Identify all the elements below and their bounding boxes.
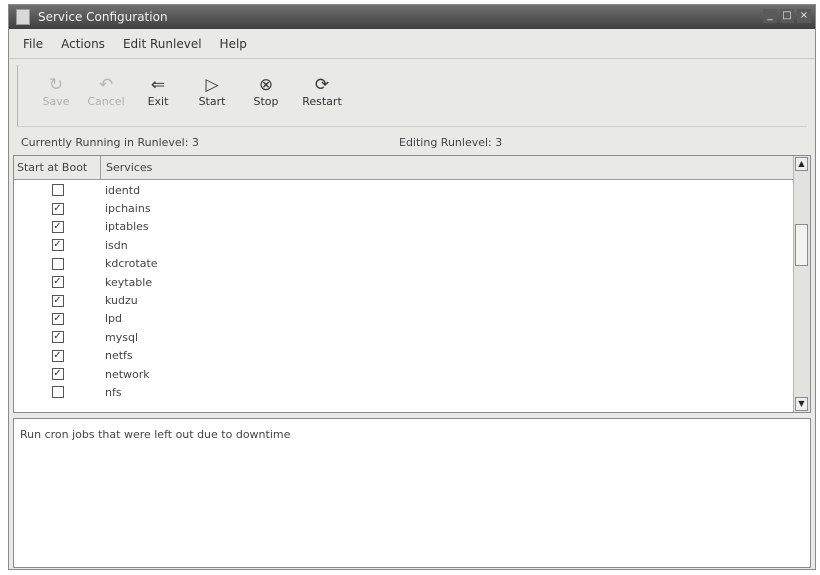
- vertical-scrollbar[interactable]: ▲ ▼: [793, 156, 810, 412]
- stop-icon: ⊗: [258, 75, 274, 95]
- save-button[interactable]: ↻ Save: [34, 75, 78, 108]
- start-at-boot-cell: [14, 257, 101, 270]
- start-at-boot-checkbox[interactable]: ✓: [51, 349, 64, 362]
- window-title: Service Configuration: [38, 10, 168, 24]
- start-at-boot-checkbox[interactable]: ✓: [51, 202, 64, 215]
- start-at-boot-checkbox[interactable]: [51, 184, 64, 197]
- table-row[interactable]: ✓ isdn: [14, 236, 794, 254]
- table-row[interactable]: kdcrotate: [14, 255, 794, 273]
- menu-edit-runlevel[interactable]: Edit Runlevel: [123, 37, 202, 51]
- service-name: mysql: [105, 330, 138, 344]
- start-at-boot-checkbox[interactable]: ✓: [51, 276, 64, 289]
- start-at-boot-cell: [14, 386, 101, 399]
- service-name: iptables: [105, 220, 149, 234]
- start-at-boot-cell: ✓: [14, 276, 101, 289]
- undo-icon: ↶: [98, 75, 114, 95]
- services-rows: identd ✓ ipchains ✓ iptables ✓ isdn kdcrotate ✓ k…: [14, 181, 794, 402]
- list-header: Start at Boot Services: [14, 156, 794, 180]
- start-at-boot-cell: [14, 184, 101, 197]
- table-row[interactable]: identd: [14, 181, 794, 199]
- service-name: nfs: [105, 385, 122, 399]
- column-header-services[interactable]: Services: [101, 156, 152, 179]
- cancel-button[interactable]: ↶ Cancel: [84, 75, 128, 108]
- description-text: Run cron jobs that were left out due to …: [20, 428, 291, 441]
- current-runlevel-label: Currently Running in Runlevel: 3: [21, 136, 199, 149]
- start-at-boot-checkbox[interactable]: ✓: [51, 312, 64, 325]
- close-button[interactable]: ×: [797, 9, 811, 23]
- stop-button[interactable]: ⊗ Stop: [244, 75, 288, 108]
- cancel-label: Cancel: [87, 95, 125, 108]
- start-at-boot-cell: ✓: [14, 368, 101, 381]
- table-row[interactable]: ✓ keytable: [14, 273, 794, 291]
- service-name: network: [105, 367, 150, 381]
- maximize-button[interactable]: □: [780, 9, 794, 23]
- scroll-up-arrow-icon[interactable]: ▲: [795, 157, 808, 171]
- window-controls: _ □ ×: [763, 9, 811, 23]
- exit-icon: ⇐: [150, 75, 166, 95]
- table-row[interactable]: ✓ ipchains: [14, 199, 794, 217]
- stop-label: Stop: [253, 95, 279, 108]
- start-at-boot-checkbox[interactable]: ✓: [51, 368, 64, 381]
- table-row[interactable]: ✓ iptables: [14, 218, 794, 236]
- start-at-boot-cell: ✓: [14, 202, 101, 215]
- start-button[interactable]: ▷ Start: [190, 75, 234, 108]
- start-at-boot-cell: ✓: [14, 331, 101, 344]
- menu-file[interactable]: File: [23, 37, 43, 51]
- scrollbar-thumb[interactable]: [795, 224, 808, 266]
- start-icon: ▷: [205, 75, 219, 95]
- menu-actions[interactable]: Actions: [61, 37, 105, 51]
- table-row[interactable]: ✓ mysql: [14, 328, 794, 346]
- save-icon: ↻: [48, 75, 64, 95]
- menu-help[interactable]: Help: [220, 37, 247, 51]
- start-at-boot-checkbox[interactable]: [51, 257, 64, 270]
- start-at-boot-checkbox[interactable]: ✓: [51, 239, 64, 252]
- start-at-boot-cell: ✓: [14, 294, 101, 307]
- table-row[interactable]: ✓ network: [14, 365, 794, 383]
- table-row[interactable]: ✓ netfs: [14, 347, 794, 365]
- start-label: Start: [198, 95, 226, 108]
- app-icon: [16, 9, 30, 25]
- table-row[interactable]: ✓ kudzu: [14, 291, 794, 309]
- scroll-down-arrow-icon[interactable]: ▼: [795, 397, 808, 411]
- menu-bar: File Actions Edit Runlevel Help: [9, 29, 815, 59]
- start-at-boot-cell: ✓: [14, 349, 101, 362]
- table-row[interactable]: ✓ lpd: [14, 310, 794, 328]
- service-name: netfs: [105, 349, 133, 363]
- restart-icon: ⟳: [314, 75, 330, 95]
- table-row[interactable]: nfs: [14, 383, 794, 401]
- service-name: kudzu: [105, 294, 138, 308]
- editing-runlevel-label: Editing Runlevel: 3: [399, 136, 503, 149]
- column-header-start-at-boot[interactable]: Start at Boot: [14, 156, 101, 179]
- service-name: isdn: [105, 238, 128, 252]
- service-description: Run cron jobs that were left out due to …: [13, 418, 811, 568]
- exit-button[interactable]: ⇐ Exit: [136, 75, 180, 108]
- start-at-boot-checkbox[interactable]: ✓: [51, 220, 64, 233]
- start-at-boot-cell: ✓: [14, 220, 101, 233]
- title-bar: Service Configuration _ □ ×: [9, 5, 815, 29]
- toolbar: ↻ Save ↶ Cancel ⇐ Exit ▷ Start ⊗ Stop ⟳ …: [17, 65, 807, 127]
- service-name: kdcrotate: [105, 257, 158, 271]
- service-name: identd: [105, 183, 141, 197]
- start-at-boot-checkbox[interactable]: ✓: [51, 331, 64, 344]
- restart-button[interactable]: ⟳ Restart: [300, 75, 344, 108]
- services-list: Start at Boot Services identd ✓ ipchains ✓ i…: [13, 155, 811, 413]
- service-name: ipchains: [105, 202, 151, 216]
- start-at-boot-cell: ✓: [14, 312, 101, 325]
- exit-label: Exit: [147, 95, 169, 108]
- service-configuration-window: Service Configuration _ □ × File Actions…: [8, 4, 816, 570]
- minimize-button[interactable]: _: [763, 9, 777, 23]
- save-label: Save: [42, 95, 70, 108]
- restart-label: Restart: [302, 95, 342, 108]
- start-at-boot-cell: ✓: [14, 239, 101, 252]
- service-name: lpd: [105, 312, 123, 326]
- service-name: keytable: [105, 275, 153, 289]
- start-at-boot-checkbox[interactable]: [51, 386, 64, 399]
- start-at-boot-checkbox[interactable]: ✓: [51, 294, 64, 307]
